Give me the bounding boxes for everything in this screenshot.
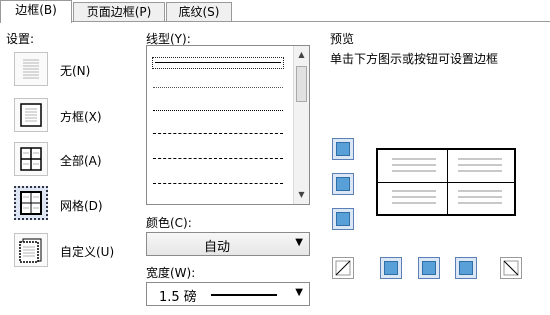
none-border-icon[interactable]: [14, 52, 48, 86]
left-border-button[interactable]: [380, 257, 402, 279]
preview-text-line: [458, 170, 502, 172]
setting-none-label[interactable]: 无(N): [60, 62, 90, 79]
bottom-border-icon: [336, 212, 350, 226]
inside-horizontal-border-button[interactable]: [332, 173, 354, 195]
box-border-icon[interactable]: [14, 98, 48, 132]
line-style-list[interactable]: ▲ ▼: [146, 45, 310, 205]
preview-text-line: [458, 196, 502, 198]
inside-vertical-border-button[interactable]: [418, 257, 440, 279]
tab-borders[interactable]: 边框(B): [0, 0, 72, 23]
tab-shading[interactable]: 底纹(S): [166, 2, 232, 22]
width-line-sample: [211, 294, 277, 296]
chevron-down-icon: ▼: [295, 237, 303, 248]
line-style-dash-short[interactable]: [153, 110, 283, 111]
preview-text-line: [458, 158, 502, 160]
tab-divider: [0, 21, 550, 22]
preview-canvas[interactable]: [376, 148, 516, 216]
diagonal-down-border-button[interactable]: [332, 257, 354, 279]
width-select[interactable]: 1.5 磅 ▼: [146, 282, 310, 306]
tab-bar: 边框(B) 页面边框(P) 底纹(S): [0, 0, 550, 23]
preview-text-line: [458, 190, 502, 192]
right-border-button[interactable]: [455, 257, 477, 279]
preview-text-line: [458, 164, 502, 166]
preview-title: 预览: [330, 32, 355, 46]
preview-text-line: [392, 164, 436, 166]
all-borders-icon[interactable]: [14, 142, 48, 176]
preview-text-line: [392, 196, 436, 198]
preview-hint: 单击下方图示或按钮可设置边框: [330, 52, 499, 66]
setting-box-label[interactable]: 方框(X): [60, 108, 102, 125]
chevron-down-icon: ▼: [295, 287, 303, 298]
setting-all-label[interactable]: 全部(A): [60, 152, 102, 169]
top-border-button[interactable]: [332, 138, 354, 160]
right-border-icon: [459, 261, 473, 275]
bottom-border-button[interactable]: [332, 208, 354, 230]
scroll-down-icon[interactable]: ▼: [294, 187, 309, 203]
setting-custom-label[interactable]: 自定义(U): [60, 243, 114, 260]
color-select[interactable]: 自动 ▼: [146, 232, 310, 256]
diagonal-up-icon: [503, 260, 519, 276]
inside-vertical-border-icon: [422, 261, 436, 275]
preview-text-line: [458, 202, 502, 204]
line-style-solid[interactable]: [152, 57, 284, 69]
preview-text-line: [392, 170, 436, 172]
scroll-thumb[interactable]: [296, 66, 307, 102]
grid-border-icon[interactable]: [14, 186, 48, 220]
color-value: 自动: [203, 240, 230, 255]
preview-text-line: [392, 190, 436, 192]
tab-page-border[interactable]: 页面边框(P): [73, 2, 165, 22]
line-style-dotted[interactable]: [153, 87, 283, 88]
custom-border-icon[interactable]: [14, 233, 48, 267]
diagonal-down-icon: [335, 260, 351, 276]
left-border-icon: [384, 261, 398, 275]
settings-title: 设置:: [6, 32, 35, 46]
top-border-icon: [336, 142, 350, 156]
diagonal-up-border-button[interactable]: [500, 257, 522, 279]
line-style-dashed[interactable]: [153, 133, 283, 134]
line-style-dash-dot[interactable]: [153, 158, 283, 159]
width-label: 宽度(W):: [146, 266, 196, 280]
inside-horizontal-border-icon: [336, 177, 350, 191]
setting-grid-label[interactable]: 网格(D): [60, 197, 103, 214]
line-style-scrollbar[interactable]: ▲ ▼: [293, 46, 309, 204]
preview-inner-horizontal: [378, 182, 514, 183]
preview-text-line: [392, 158, 436, 160]
scroll-up-icon[interactable]: ▲: [294, 47, 309, 63]
color-label: 颜色(C):: [146, 216, 192, 230]
preview-text-line: [392, 202, 436, 204]
line-style-dash-dot-dot[interactable]: [153, 183, 283, 184]
